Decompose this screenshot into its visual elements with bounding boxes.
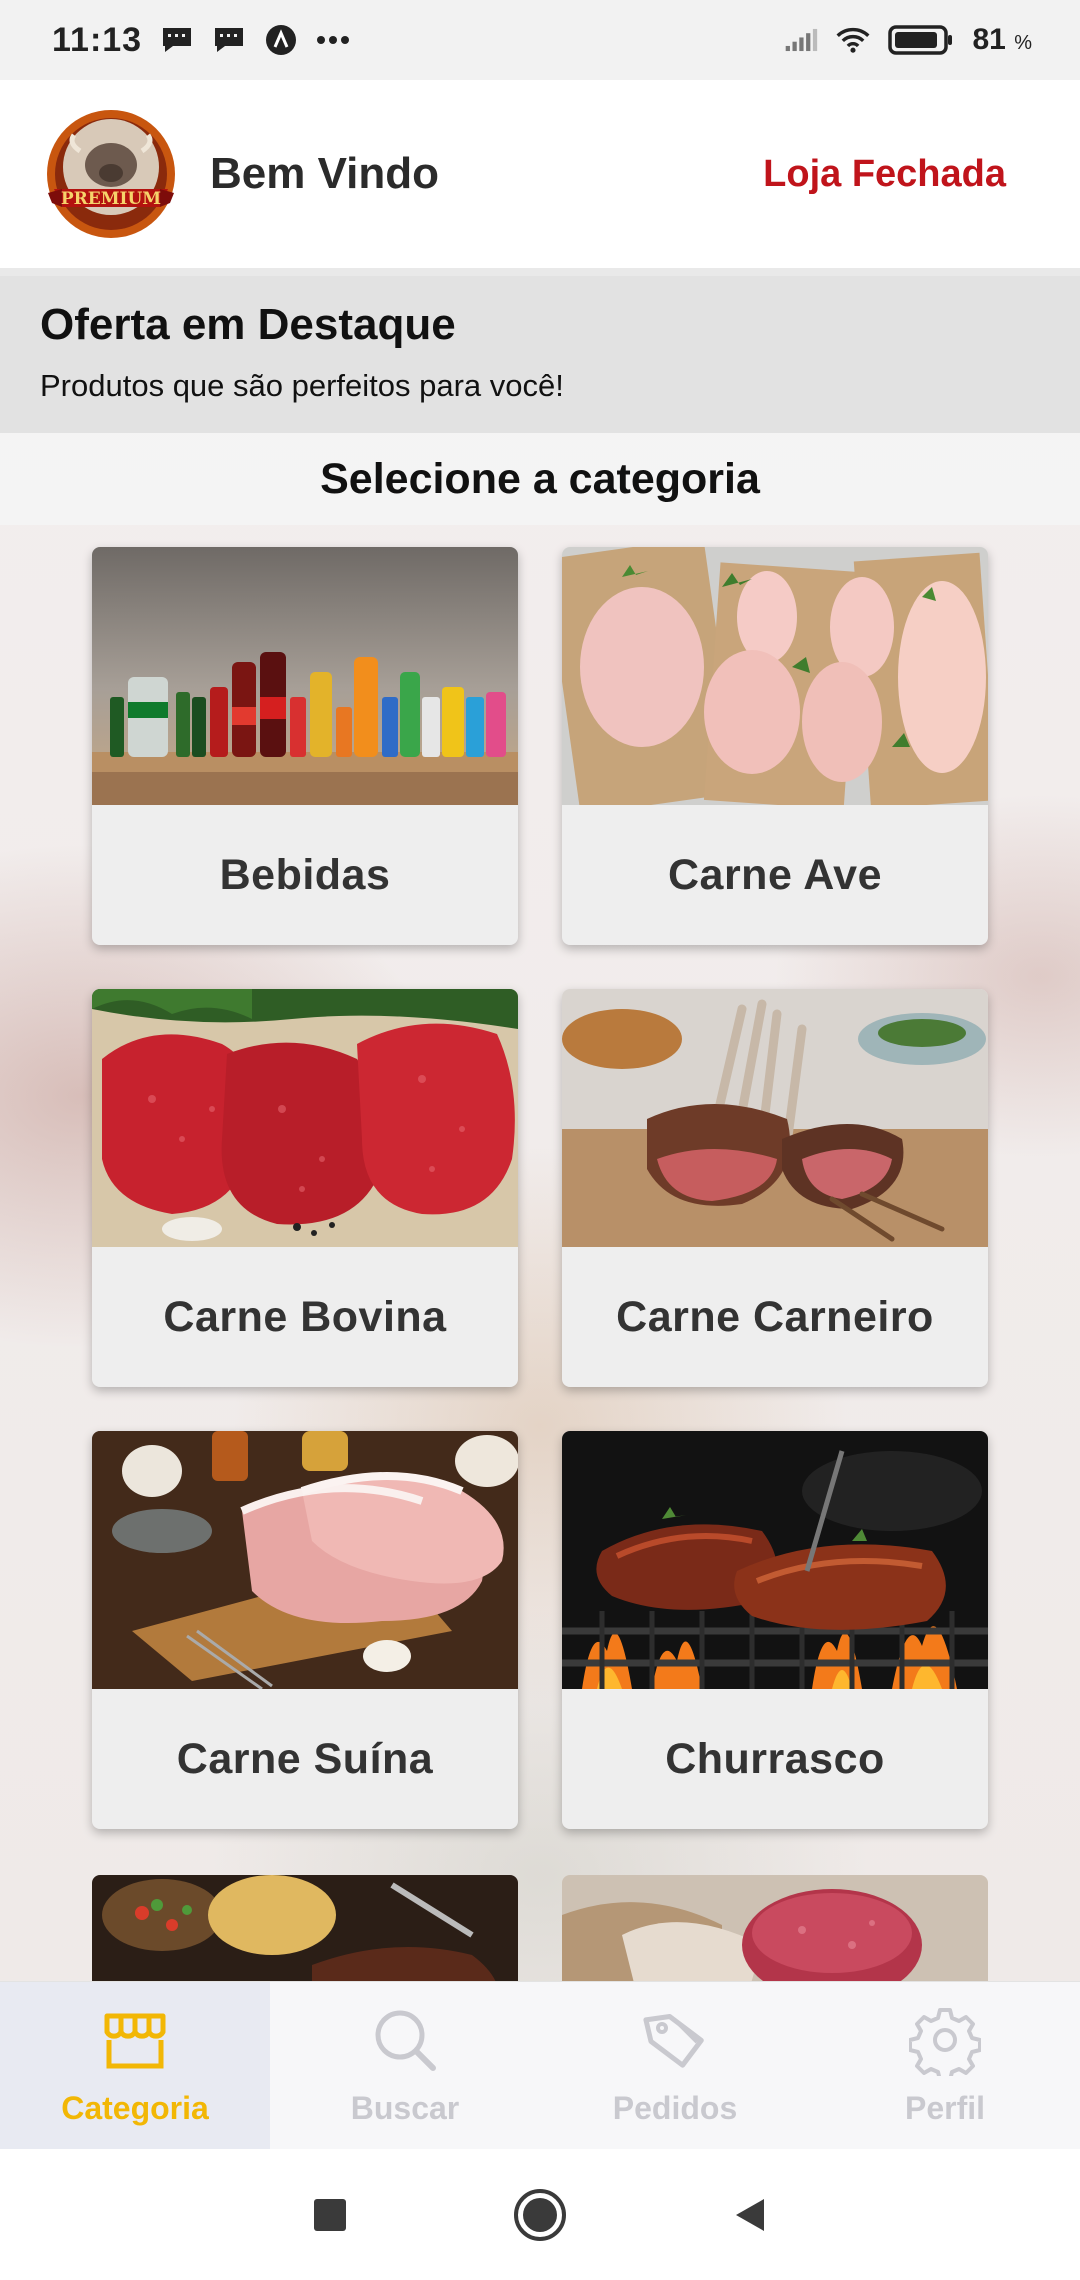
search-icon: [369, 2004, 441, 2076]
signal-icon: [784, 25, 818, 55]
wifi-icon: [836, 25, 870, 55]
status-time: 11:13: [52, 20, 143, 59]
category-card-carne-bovina[interactable]: Carne Bovina: [92, 989, 518, 1387]
category-label: Carne Suína: [176, 1734, 434, 1783]
category-card-partial[interactable]: [92, 1875, 518, 1981]
square-icon: [314, 2198, 346, 2231]
category-label: Churrasco: [665, 1734, 885, 1783]
category-image-churrasco: [562, 1431, 988, 1689]
offer-subtitle: Produtos que são perfeitos para você!: [40, 368, 564, 403]
category-image-carne-ave: [562, 547, 988, 805]
category-label: Carne Bovina: [163, 1292, 447, 1341]
category-label: Carne Ave: [667, 850, 883, 899]
nav-tab-categoria[interactable]: Categoria: [0, 1982, 270, 2149]
category-label: Bebidas: [219, 850, 391, 899]
category-grid: Bebidas Carne Ave Carne Bovina Carne Car…: [92, 547, 988, 1829]
category-image-bebidas: [92, 547, 518, 805]
recent-apps-button[interactable]: [300, 2185, 360, 2245]
battery-level: 81 %: [972, 23, 1032, 56]
system-navigation-bar: [0, 2149, 1080, 2280]
category-card-churrasco[interactable]: Churrasco: [562, 1431, 988, 1829]
logo-text: PREMIUM: [61, 189, 161, 209]
category-card-partial[interactable]: [562, 1875, 988, 1981]
back-button[interactable]: [720, 2185, 780, 2245]
category-label: Carne Carneiro: [616, 1292, 934, 1341]
gear-icon: [909, 2004, 981, 2076]
category-image-carne-carneiro: [562, 989, 988, 1247]
circle-icon: [514, 2188, 566, 2241]
category-card-carne-suina[interactable]: Carne Suína: [92, 1431, 518, 1829]
nav-label: Buscar: [350, 2090, 460, 2126]
nav-label: Categoria: [61, 2090, 209, 2126]
app-a-icon: [264, 25, 298, 55]
message-icon: [212, 25, 246, 55]
store-status-badge: Loja Fechada: [763, 152, 1006, 195]
app-header: PREMIUM Bem Vindo Loja Fechada: [0, 80, 1080, 268]
nav-tab-buscar[interactable]: Buscar: [270, 1982, 540, 2149]
nav-tab-pedidos[interactable]: Pedidos: [540, 1982, 810, 2149]
featured-offer-banner[interactable]: Oferta em Destaque Produtos que são perf…: [0, 276, 1080, 433]
logo-emblem-icon: PREMIUM: [47, 110, 175, 238]
category-grid-partial-row: [92, 1875, 988, 1981]
category-icon: [99, 2004, 171, 2076]
category-image-carne-suina: [92, 1431, 518, 1689]
triangle-back-icon: [736, 2198, 764, 2231]
category-image-carne-bovina: [92, 989, 518, 1247]
battery-icon: [888, 25, 954, 55]
welcome-text: Bem Vindo: [210, 149, 440, 198]
header-divider: [0, 268, 1080, 276]
category-card-carne-carneiro[interactable]: Carne Carneiro: [562, 989, 988, 1387]
category-card-carne-ave[interactable]: Carne Ave: [562, 547, 988, 945]
home-button[interactable]: [510, 2185, 570, 2245]
nav-label: Perfil: [904, 2090, 986, 2126]
status-left: 11:13: [52, 21, 350, 60]
status-right: 81 %: [784, 23, 1032, 57]
category-heading: Selecione a categoria: [0, 433, 1080, 525]
category-card-bebidas[interactable]: Bebidas: [92, 547, 518, 945]
nav-label: Pedidos: [612, 2090, 738, 2126]
more-dots-icon: [316, 25, 350, 55]
status-bar: 11:13 81 %: [0, 0, 1080, 80]
message-icon: [160, 25, 194, 55]
offer-title: Oferta em Destaque: [40, 300, 456, 349]
tag-icon: [639, 2004, 711, 2076]
store-logo[interactable]: PREMIUM: [44, 107, 178, 241]
nav-tab-perfil[interactable]: Perfil: [810, 1982, 1080, 2149]
bottom-navigation: Categoria Buscar Pedidos Perfil: [0, 1981, 1080, 2149]
